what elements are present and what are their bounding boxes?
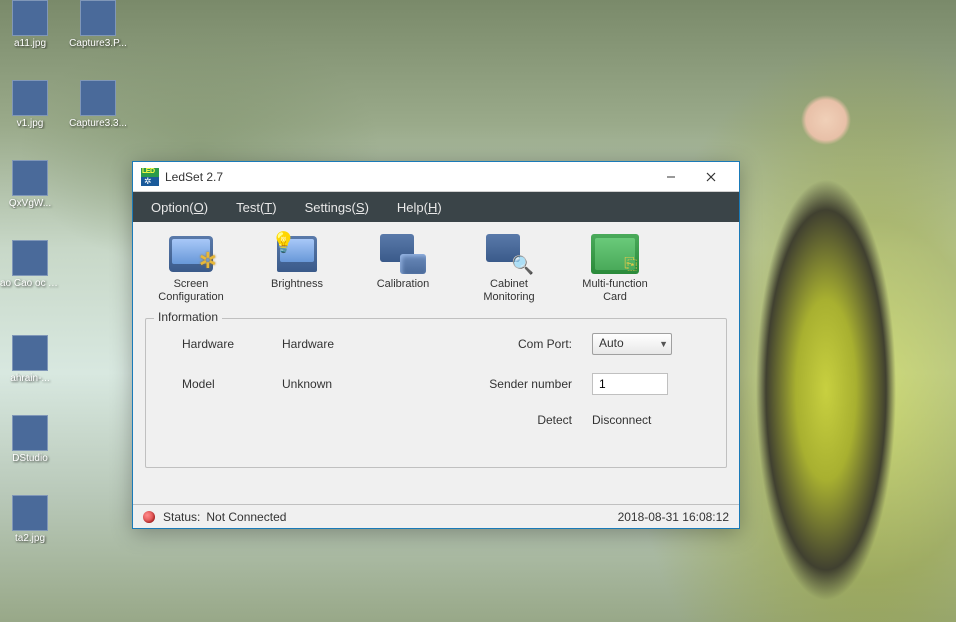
status-indicator-icon [143,511,155,523]
tool-label: Brightness [271,278,323,291]
detect-button[interactable]: Detect [537,413,572,427]
desktop-icon[interactable]: Capture3.P... [68,0,128,49]
desktop-icon-label: ta2.jpg [0,533,60,544]
file-icon [80,0,116,36]
file-icon [12,80,48,116]
menu-help-label: Help(H) [397,200,442,215]
desktop-icon[interactable]: ta2.jpg [0,495,60,544]
tool-brightness[interactable]: Brightness [249,230,345,293]
tool-label: Calibration [377,278,430,291]
menubar: Option(O) Test(T) Settings(S) Help(H) [133,192,739,222]
desktop-icon-label: v1.jpg [0,118,60,129]
tool-label: Screen Configuration [145,278,237,304]
menu-test[interactable]: Test(T) [222,194,290,221]
desktop-icon[interactable]: Capture3.3... [68,80,128,129]
tool-cabinet-monitoring[interactable]: Cabinet Monitoring [461,230,557,306]
desktop-icon[interactable]: ahrain-... [0,335,60,384]
desktop-icon[interactable]: DStudio [0,415,60,464]
tool-screen-configuration[interactable]: Screen Configuration [143,230,239,306]
status-datetime: 2018-08-31 16:08:12 [618,510,729,524]
brightness-icon [273,232,321,276]
file-icon [12,0,48,36]
sender-number-label: Sender number [432,377,592,391]
model-label: Model [162,377,282,391]
minimize-icon [666,172,676,182]
desktop-icon-label: Capture3.P... [68,38,128,49]
desktop-icon-label: QxVgW... [0,198,60,209]
app-icon [141,168,159,186]
multi-function-card-icon [591,232,639,276]
close-icon [706,172,716,182]
calibration-icon [379,232,427,276]
status-value: Not Connected [206,510,286,524]
window-title: LedSet 2.7 [165,170,651,184]
status-label: Status: [163,510,200,524]
desktop-icon[interactable]: a11.jpg [0,0,60,49]
ledset-window: LedSet 2.7 Option(O) Test(T) Settings(S)… [132,161,740,529]
file-icon [12,160,48,196]
information-group: Information Hardware Hardware Com Port: … [145,318,727,468]
desktop-icon[interactable]: QxVgW... [0,160,60,209]
file-icon [12,415,48,451]
tool-multi-function-card[interactable]: Multi-function Card [567,230,663,306]
titlebar[interactable]: LedSet 2.7 [133,162,739,192]
com-port-cell: Auto ▼ [592,333,712,355]
titlebar-controls [651,163,731,191]
screen-config-icon [167,232,215,276]
desktop-icon-label: ao Cao oc An... [0,278,60,289]
menu-help[interactable]: Help(H) [383,194,456,221]
file-icon [12,335,48,371]
tool-label: Cabinet Monitoring [463,278,555,304]
file-icon [80,80,116,116]
file-icon [12,240,48,276]
model-value: Unknown [282,377,432,391]
desktop-icon[interactable]: ao Cao oc An... [0,240,60,289]
toolbar: Screen Configuration Brightness Calibrat… [133,222,739,312]
desktop-icon-label: DStudio [0,453,60,464]
tool-calibration[interactable]: Calibration [355,230,451,293]
file-icon [12,495,48,531]
statusbar: Status: Not Connected 2018-08-31 16:08:1… [133,504,739,528]
information-legend: Information [154,310,222,324]
minimize-button[interactable] [651,163,691,191]
cabinet-monitoring-icon [485,232,533,276]
desktop-figure [746,40,906,600]
sender-number-cell [592,373,712,395]
content-area: Information Hardware Hardware Com Port: … [133,312,739,504]
close-button[interactable] [691,163,731,191]
desktop-icon[interactable]: v1.jpg [0,80,60,129]
menu-settings-label: Settings(S) [305,200,369,215]
menu-option[interactable]: Option(O) [137,194,222,221]
menu-settings[interactable]: Settings(S) [291,194,383,221]
desktop-icon-label: Capture3.3... [68,118,128,129]
hardware-value: Hardware [282,337,432,351]
com-port-select[interactable]: Auto [592,333,672,355]
menu-test-label: Test(T) [236,200,276,215]
disconnect-button[interactable]: Disconnect [592,413,651,427]
desktop-icon-label: a11.jpg [0,38,60,49]
com-port-label: Com Port: [432,337,592,351]
tool-label: Multi-function Card [569,278,661,304]
hardware-label: Hardware [162,337,282,351]
menu-option-label: Option(O) [151,200,208,215]
sender-number-input[interactable] [592,373,668,395]
desktop-icon-label: ahrain-... [0,373,60,384]
